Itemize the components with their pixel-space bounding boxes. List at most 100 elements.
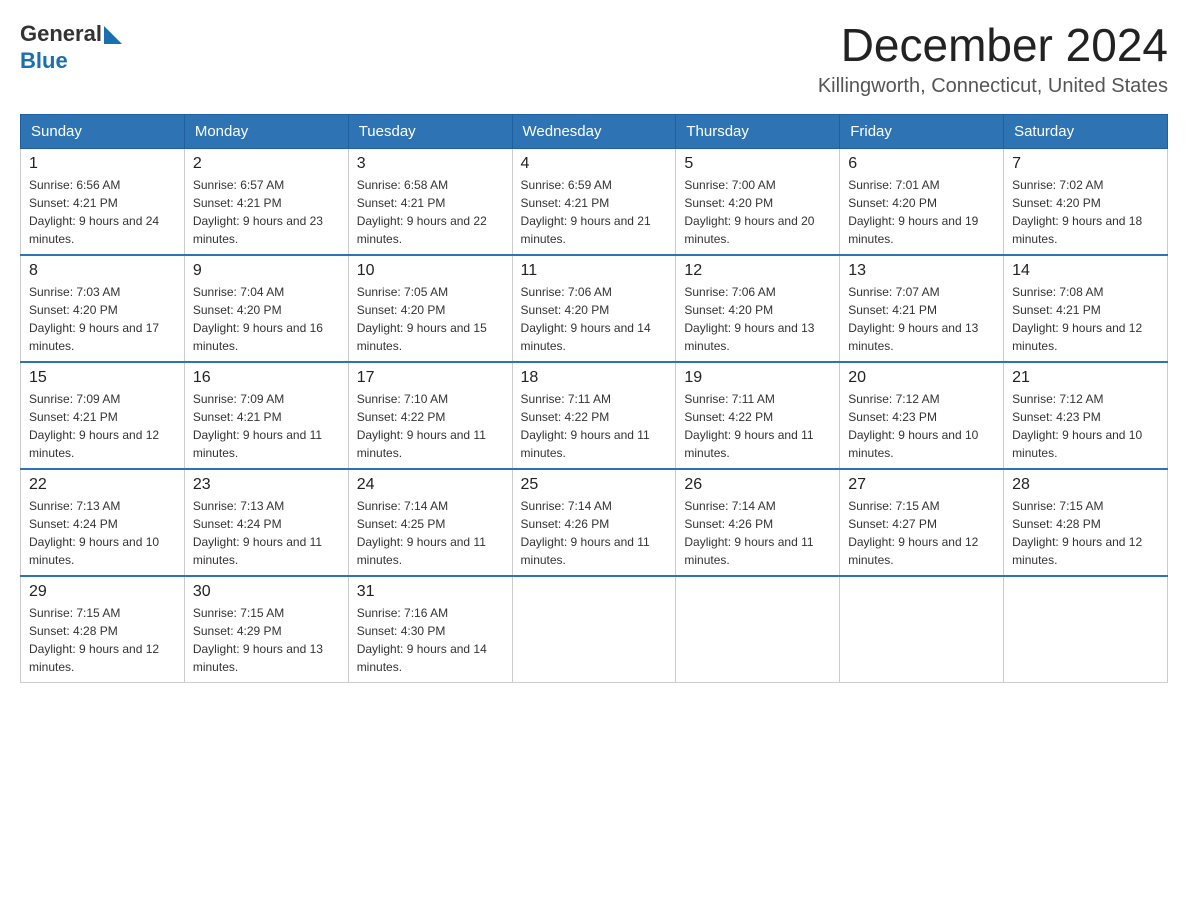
day-number: 31	[357, 583, 504, 601]
calendar-subtitle: Killingworth, Connecticut, United States	[818, 75, 1168, 98]
day-info: Sunrise: 7:11 AMSunset: 4:22 PMDaylight:…	[521, 390, 668, 462]
calendar-week-row: 29 Sunrise: 7:15 AMSunset: 4:28 PMDayligh…	[21, 576, 1168, 683]
calendar-day-cell	[512, 576, 676, 683]
day-number: 12	[684, 262, 831, 280]
calendar-day-cell	[676, 576, 840, 683]
day-number: 7	[1012, 155, 1159, 173]
day-info: Sunrise: 7:04 AMSunset: 4:20 PMDaylight:…	[193, 283, 340, 355]
calendar-table: SundayMondayTuesdayWednesdayThursdayFrid…	[20, 114, 1168, 683]
day-info: Sunrise: 7:14 AMSunset: 4:26 PMDaylight:…	[684, 497, 831, 569]
day-number: 22	[29, 476, 176, 494]
day-info: Sunrise: 7:00 AMSunset: 4:20 PMDaylight:…	[684, 176, 831, 248]
calendar-week-row: 1Sunrise: 6:56 AMSunset: 4:21 PMDaylight…	[21, 148, 1168, 255]
day-number: 26	[684, 476, 831, 494]
calendar-day-cell: 12Sunrise: 7:06 AMSunset: 4:20 PMDayligh…	[676, 255, 840, 362]
day-number: 11	[521, 262, 668, 280]
day-info: Sunrise: 7:15 AMSunset: 4:27 PMDaylight:…	[848, 497, 995, 569]
calendar-day-cell	[1004, 576, 1168, 683]
calendar-day-cell: 22 Sunrise: 7:13 AMSunset: 4:24 PMDayligh…	[21, 469, 185, 576]
day-info: Sunrise: 7:12 AMSunset: 4:23 PMDaylight:…	[1012, 390, 1159, 462]
calendar-day-cell: 1Sunrise: 6:56 AMSunset: 4:21 PMDaylight…	[21, 148, 185, 255]
day-number: 6	[848, 155, 995, 173]
day-number: 2	[193, 155, 340, 173]
calendar-day-cell: 23Sunrise: 7:13 AMSunset: 4:24 PMDayligh…	[184, 469, 348, 576]
calendar-day-cell	[840, 576, 1004, 683]
day-info: Sunrise: 7:08 AMSunset: 4:21 PMDaylight:…	[1012, 283, 1159, 355]
logo-triangle-icon	[104, 26, 122, 44]
calendar-day-cell: 19 Sunrise: 7:11 AMSunset: 4:22 PMDayligh…	[676, 362, 840, 469]
day-number: 23	[193, 476, 340, 494]
calendar-day-cell: 24Sunrise: 7:14 AMSunset: 4:25 PMDayligh…	[348, 469, 512, 576]
calendar-day-cell: 27 Sunrise: 7:15 AMSunset: 4:27 PMDayligh…	[840, 469, 1004, 576]
day-number: 21	[1012, 369, 1159, 387]
day-info: Sunrise: 7:14 AMSunset: 4:25 PMDaylight:…	[357, 497, 504, 569]
day-number: 9	[193, 262, 340, 280]
day-info: Sunrise: 7:11 AMSunset: 4:22 PMDaylight:…	[684, 390, 831, 462]
day-number: 19	[684, 369, 831, 387]
day-info: Sunrise: 7:16 AMSunset: 4:30 PMDaylight:…	[357, 604, 504, 676]
logo-general-text: General	[20, 22, 102, 46]
calendar-title: December 2024	[818, 20, 1168, 71]
calendar-week-row: 8 Sunrise: 7:03 AMSunset: 4:20 PMDaylight…	[21, 255, 1168, 362]
weekday-header-thursday: Thursday	[676, 114, 840, 148]
calendar-week-row: 22 Sunrise: 7:13 AMSunset: 4:24 PMDayligh…	[21, 469, 1168, 576]
day-info: Sunrise: 6:59 AMSunset: 4:21 PMDaylight:…	[521, 176, 668, 248]
calendar-day-cell: 14Sunrise: 7:08 AMSunset: 4:21 PMDayligh…	[1004, 255, 1168, 362]
calendar-day-cell: 3Sunrise: 6:58 AMSunset: 4:21 PMDaylight…	[348, 148, 512, 255]
day-info: Sunrise: 7:05 AMSunset: 4:20 PMDaylight:…	[357, 283, 504, 355]
title-area: December 2024 Killingworth, Connecticut,…	[818, 20, 1168, 98]
calendar-day-cell: 31 Sunrise: 7:16 AMSunset: 4:30 PMDayligh…	[348, 576, 512, 683]
day-number: 15	[29, 369, 176, 387]
header: General Blue December 2024 Killingworth,…	[20, 20, 1168, 98]
weekday-header-row: SundayMondayTuesdayWednesdayThursdayFrid…	[21, 114, 1168, 148]
day-number: 25	[521, 476, 668, 494]
day-info: Sunrise: 6:57 AMSunset: 4:21 PMDaylight:…	[193, 176, 340, 248]
calendar-day-cell: 10 Sunrise: 7:05 AMSunset: 4:20 PMDayligh…	[348, 255, 512, 362]
day-info: Sunrise: 7:02 AMSunset: 4:20 PMDaylight:…	[1012, 176, 1159, 248]
weekday-header-wednesday: Wednesday	[512, 114, 676, 148]
day-number: 27	[848, 476, 995, 494]
day-info: Sunrise: 7:12 AMSunset: 4:23 PMDaylight:…	[848, 390, 995, 462]
day-number: 20	[848, 369, 995, 387]
calendar-day-cell: 17 Sunrise: 7:10 AMSunset: 4:22 PMDayligh…	[348, 362, 512, 469]
day-info: Sunrise: 7:15 AMSunset: 4:28 PMDaylight:…	[1012, 497, 1159, 569]
calendar-day-cell: 20 Sunrise: 7:12 AMSunset: 4:23 PMDayligh…	[840, 362, 1004, 469]
day-info: Sunrise: 7:14 AMSunset: 4:26 PMDaylight:…	[521, 497, 668, 569]
day-info: Sunrise: 7:15 AMSunset: 4:28 PMDaylight:…	[29, 604, 176, 676]
day-info: Sunrise: 7:15 AMSunset: 4:29 PMDaylight:…	[193, 604, 340, 676]
day-info: Sunrise: 7:13 AMSunset: 4:24 PMDaylight:…	[29, 497, 176, 569]
weekday-header-saturday: Saturday	[1004, 114, 1168, 148]
day-number: 10	[357, 262, 504, 280]
day-info: Sunrise: 7:06 AMSunset: 4:20 PMDaylight:…	[521, 283, 668, 355]
calendar-day-cell: 4 Sunrise: 6:59 AMSunset: 4:21 PMDaylight…	[512, 148, 676, 255]
day-info: Sunrise: 7:09 AMSunset: 4:21 PMDaylight:…	[29, 390, 176, 462]
day-number: 3	[357, 155, 504, 173]
day-number: 4	[521, 155, 668, 173]
day-info: Sunrise: 7:03 AMSunset: 4:20 PMDaylight:…	[29, 283, 176, 355]
calendar-day-cell: 25 Sunrise: 7:14 AMSunset: 4:26 PMDayligh…	[512, 469, 676, 576]
calendar-day-cell: 2 Sunrise: 6:57 AMSunset: 4:21 PMDaylight…	[184, 148, 348, 255]
calendar-day-cell: 6 Sunrise: 7:01 AMSunset: 4:20 PMDaylight…	[840, 148, 1004, 255]
calendar-day-cell: 29 Sunrise: 7:15 AMSunset: 4:28 PMDayligh…	[21, 576, 185, 683]
day-number: 5	[684, 155, 831, 173]
calendar-week-row: 15 Sunrise: 7:09 AMSunset: 4:21 PMDayligh…	[21, 362, 1168, 469]
day-number: 18	[521, 369, 668, 387]
calendar-day-cell: 16 Sunrise: 7:09 AMSunset: 4:21 PMDayligh…	[184, 362, 348, 469]
day-number: 17	[357, 369, 504, 387]
day-number: 16	[193, 369, 340, 387]
day-number: 29	[29, 583, 176, 601]
day-number: 8	[29, 262, 176, 280]
weekday-header-sunday: Sunday	[21, 114, 185, 148]
calendar-day-cell: 28 Sunrise: 7:15 AMSunset: 4:28 PMDayligh…	[1004, 469, 1168, 576]
logo: General Blue	[20, 20, 122, 73]
calendar-day-cell: 15 Sunrise: 7:09 AMSunset: 4:21 PMDayligh…	[21, 362, 185, 469]
day-number: 28	[1012, 476, 1159, 494]
calendar-day-cell: 30Sunrise: 7:15 AMSunset: 4:29 PMDayligh…	[184, 576, 348, 683]
day-info: Sunrise: 7:01 AMSunset: 4:20 PMDaylight:…	[848, 176, 995, 248]
logo-blue-text: Blue	[20, 49, 122, 73]
calendar-day-cell: 9 Sunrise: 7:04 AMSunset: 4:20 PMDaylight…	[184, 255, 348, 362]
day-info: Sunrise: 7:10 AMSunset: 4:22 PMDaylight:…	[357, 390, 504, 462]
day-info: Sunrise: 7:09 AMSunset: 4:21 PMDaylight:…	[193, 390, 340, 462]
weekday-header-friday: Friday	[840, 114, 1004, 148]
calendar-day-cell: 21 Sunrise: 7:12 AMSunset: 4:23 PMDayligh…	[1004, 362, 1168, 469]
